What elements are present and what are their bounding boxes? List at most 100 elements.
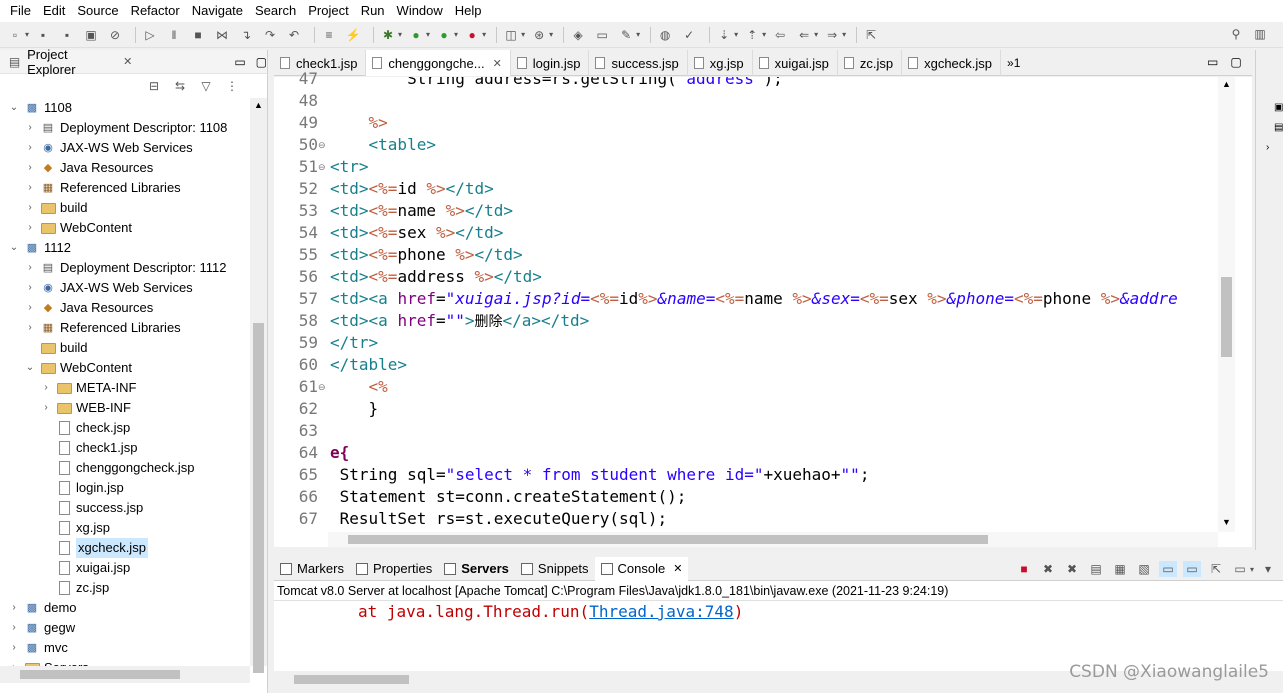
show-on-output-icon[interactable]: ▭ — [1159, 561, 1177, 577]
tab-console[interactable]: Console ✕ — [594, 556, 689, 581]
run-server-dropdown-icon[interactable]: ▾ — [454, 30, 458, 39]
disconnect-icon[interactable]: ⋈ — [213, 27, 231, 43]
forward-dropdown-icon[interactable]: ▾ — [842, 30, 846, 39]
tree-item[interactable]: › ▦ Referenced Libraries — [0, 178, 250, 198]
fold-toggle-icon[interactable]: ⊖ — [318, 134, 328, 156]
tree-item[interactable]: › ▩ demo — [0, 598, 250, 618]
remove-all-icon[interactable]: ✖ — [1063, 561, 1081, 577]
tree-item[interactable]: › META-INF — [0, 378, 250, 398]
chevron-right-icon[interactable]: › — [24, 118, 36, 138]
open-type-icon[interactable]: ◈ — [569, 27, 587, 43]
editor-horizontal-scrollbar[interactable] — [328, 532, 1218, 547]
resume-icon[interactable]: ▷ — [141, 27, 159, 43]
prev-annotation-dropdown-icon[interactable]: ▾ — [762, 30, 766, 39]
open-console-dropdown-icon[interactable]: ▾ — [1259, 561, 1277, 577]
forward-icon[interactable]: ⇒ — [823, 27, 841, 43]
chevron-right-icon[interactable]: › — [24, 278, 36, 298]
annotation-icon[interactable]: ✓ — [680, 27, 698, 43]
display-console-icon[interactable]: ▭ — [1231, 561, 1249, 577]
chevron-right-icon[interactable]: › — [24, 298, 36, 318]
tree-item[interactable]: › ◉ JAX-WS Web Services — [0, 278, 250, 298]
suspend-icon[interactable]: ‖ — [165, 27, 183, 43]
scroll-down-icon[interactable]: ▼ — [1222, 517, 1231, 527]
chevron-right-icon[interactable]: › — [40, 398, 52, 418]
open-folder-icon[interactable]: ▭ — [593, 27, 611, 43]
new-dropdown-icon[interactable]: ▾ — [25, 30, 29, 39]
link-editor-icon[interactable]: ⇆ — [171, 78, 189, 94]
chevron-right-icon[interactable]: › — [8, 658, 20, 666]
tab-properties[interactable]: Properties — [350, 557, 438, 581]
chevron-right-icon[interactable]: › — [24, 198, 36, 218]
web-browser-icon[interactable]: ◍ — [656, 27, 674, 43]
tab-snippets[interactable]: Snippets — [515, 557, 595, 581]
skip-breakpoints-icon[interactable]: ⊘ — [106, 27, 124, 43]
display-console-dropdown-icon[interactable]: ▾ — [1250, 565, 1254, 574]
debug-icon[interactable]: ✱ — [379, 27, 397, 43]
editor-minimize-icon[interactable]: ▭ — [1207, 55, 1218, 69]
tree-item[interactable]: chenggongcheck.jsp — [0, 458, 250, 478]
fold-toggle-icon[interactable]: ⊖ — [318, 156, 328, 178]
scroll-up-icon[interactable]: ▲ — [1222, 79, 1231, 89]
menu-edit[interactable]: Edit — [37, 0, 71, 22]
menu-help[interactable]: Help — [449, 0, 488, 22]
menu-navigate[interactable]: Navigate — [186, 0, 249, 22]
tree-item[interactable]: check.jsp — [0, 418, 250, 438]
pin-console-icon[interactable]: ⇱ — [1207, 561, 1225, 577]
scroll-lock-icon[interactable]: ▦ — [1111, 561, 1129, 577]
explorer-close-icon[interactable]: ✕ — [123, 55, 132, 68]
scroll-thumb[interactable] — [20, 670, 180, 679]
tree-item[interactable]: › WEB-INF — [0, 398, 250, 418]
tree-item[interactable]: xuigai.jsp — [0, 558, 250, 578]
clear-console-icon[interactable]: ▤ — [1087, 561, 1105, 577]
tab-overflow-button[interactable]: »1 — [1001, 50, 1026, 75]
menu-project[interactable]: Project — [302, 0, 354, 22]
step-over-icon[interactable]: ↷ — [261, 27, 279, 43]
refactor-icon[interactable]: ⚡ — [344, 27, 362, 43]
chevron-down-icon[interactable]: ⌄ — [8, 238, 20, 258]
build-icon[interactable]: ≡ — [320, 27, 338, 43]
chevron-down-icon[interactable]: ⌄ — [24, 358, 36, 378]
new-class-icon[interactable]: ⊛ — [530, 27, 548, 43]
chevron-right-icon[interactable]: › — [24, 258, 36, 278]
back-dropdown-icon[interactable]: ▾ — [814, 30, 818, 39]
tree-item[interactable]: › ▩ gegw — [0, 618, 250, 638]
explorer-maximize-icon[interactable]: ▢ — [256, 55, 267, 69]
chevron-right-icon[interactable]: › — [8, 598, 20, 618]
chevron-right-icon[interactable]: › — [24, 158, 36, 178]
chevron-right-icon[interactable]: › — [40, 378, 52, 398]
menu-file[interactable]: File — [4, 0, 37, 22]
tree-item[interactable]: ⌄ ▩ 1112 — [0, 238, 250, 258]
close-icon[interactable]: ✕ — [493, 57, 502, 70]
fold-toggle-icon[interactable]: ⊖ — [318, 376, 328, 398]
save-icon[interactable]: ▪ — [34, 27, 52, 43]
tree-item[interactable]: › ▤ Deployment Descriptor: 1112 — [0, 258, 250, 278]
show-on-error-icon[interactable]: ▭ — [1183, 561, 1201, 577]
tree-item[interactable]: › ▦ Referenced Libraries — [0, 318, 250, 338]
task-icon[interactable]: ▤ — [1274, 122, 1283, 133]
tree-item[interactable]: success.jsp — [0, 498, 250, 518]
editor-tab[interactable]: zc.jsp — [838, 50, 903, 76]
external-tools-dropdown-icon[interactable]: ▾ — [482, 30, 486, 39]
editor-tab[interactable]: success.jsp — [589, 50, 688, 76]
next-annotation-icon[interactable]: ⇣ — [715, 27, 733, 43]
editor-tab[interactable]: login.jsp — [511, 50, 590, 76]
tree-item[interactable]: ⌄ WebContent — [0, 358, 250, 378]
editor-tab[interactable]: xgcheck.jsp — [902, 50, 1002, 76]
tree-item[interactable]: ⌄ ▩ 1108 — [0, 98, 250, 118]
menu-source[interactable]: Source — [71, 0, 124, 22]
save-all-icon[interactable]: ▪ — [58, 27, 76, 43]
step-return-icon[interactable]: ↶ — [285, 27, 303, 43]
code-area[interactable]: String address=rs.getString("address"); … — [330, 77, 1220, 532]
menu-refactor[interactable]: Refactor — [125, 0, 186, 22]
new-class-dropdown-icon[interactable]: ▾ — [549, 30, 553, 39]
filter-icon[interactable]: ▽ — [197, 78, 215, 94]
new-icon[interactable]: ▫ — [6, 27, 24, 43]
tree-item[interactable]: build — [0, 338, 250, 358]
tree-item[interactable]: › ◉ JAX-WS Web Services — [0, 138, 250, 158]
scroll-thumb[interactable] — [294, 675, 409, 684]
last-edit-icon[interactable]: ⇦ — [771, 27, 789, 43]
terminate-icon[interactable]: ■ — [189, 27, 207, 43]
chevron-right-icon[interactable]: › — [8, 618, 20, 638]
run-dropdown-icon[interactable]: ▾ — [426, 30, 430, 39]
tree-item[interactable]: › ▤ Deployment Descriptor: 1108 — [0, 118, 250, 138]
